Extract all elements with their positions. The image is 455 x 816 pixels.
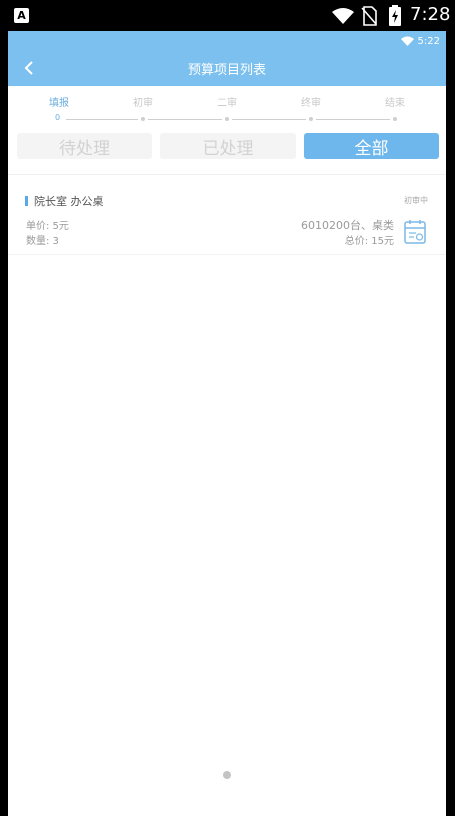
step-connector	[316, 119, 390, 120]
list-item[interactable]: 院长室 办公桌 初审中 单价: 5元 数量: 3 6010200台、桌类 总价:…	[8, 183, 446, 255]
notification-a-icon: A	[14, 8, 29, 23]
step-label-1: 填报	[49, 98, 69, 109]
step-connector	[66, 119, 138, 120]
app-header: 5:22 预算项目列表	[8, 31, 446, 86]
item-name: 院长室 办公桌	[34, 195, 104, 208]
step-connector	[232, 119, 306, 120]
sim-off-icon	[361, 6, 377, 26]
step-label-3: 二审	[217, 98, 237, 109]
tab-all[interactable]: 全部	[304, 133, 439, 159]
step-dot	[309, 117, 313, 121]
app-screen: 5:22 预算项目列表 填报 初审 二审 终审 结束 0 待处理 已处理 全部 …	[8, 31, 446, 816]
step-connector	[148, 119, 222, 120]
step-dot	[393, 117, 397, 121]
item-total: 总价: 15元	[344, 236, 394, 247]
step-label-4: 终审	[301, 98, 321, 109]
step-label-5: 结束	[385, 98, 405, 109]
tab-pending[interactable]: 待处理	[17, 133, 152, 159]
wifi-icon	[400, 36, 414, 46]
item-status: 初审中	[404, 196, 428, 205]
app-status-bar: 5:22	[400, 34, 440, 48]
item-unit-price: 单价: 5元	[26, 221, 69, 232]
current-step-number: 0	[55, 113, 61, 122]
item-accent-bar	[25, 196, 28, 206]
wifi-icon	[332, 8, 354, 24]
item-quantity: 数量: 3	[26, 236, 59, 247]
step-dot	[141, 117, 145, 121]
battery-charging-icon	[389, 5, 401, 26]
calendar-icon[interactable]	[404, 219, 426, 245]
item-code: 6010200台、桌类	[301, 219, 394, 232]
step-dot	[225, 117, 229, 121]
device-status-bar: A 7:28	[0, 0, 455, 31]
system-clock: 7:28	[410, 4, 451, 25]
page-indicator-dot	[223, 771, 231, 779]
progress-steps: 填报 初审 二审 终审 结束 0	[8, 86, 446, 126]
divider	[8, 174, 446, 175]
step-label-2: 初审	[133, 98, 153, 109]
tab-processed[interactable]: 已处理	[160, 133, 296, 159]
page-title: 预算项目列表	[187, 63, 266, 78]
app-clock: 5:22	[417, 35, 440, 47]
